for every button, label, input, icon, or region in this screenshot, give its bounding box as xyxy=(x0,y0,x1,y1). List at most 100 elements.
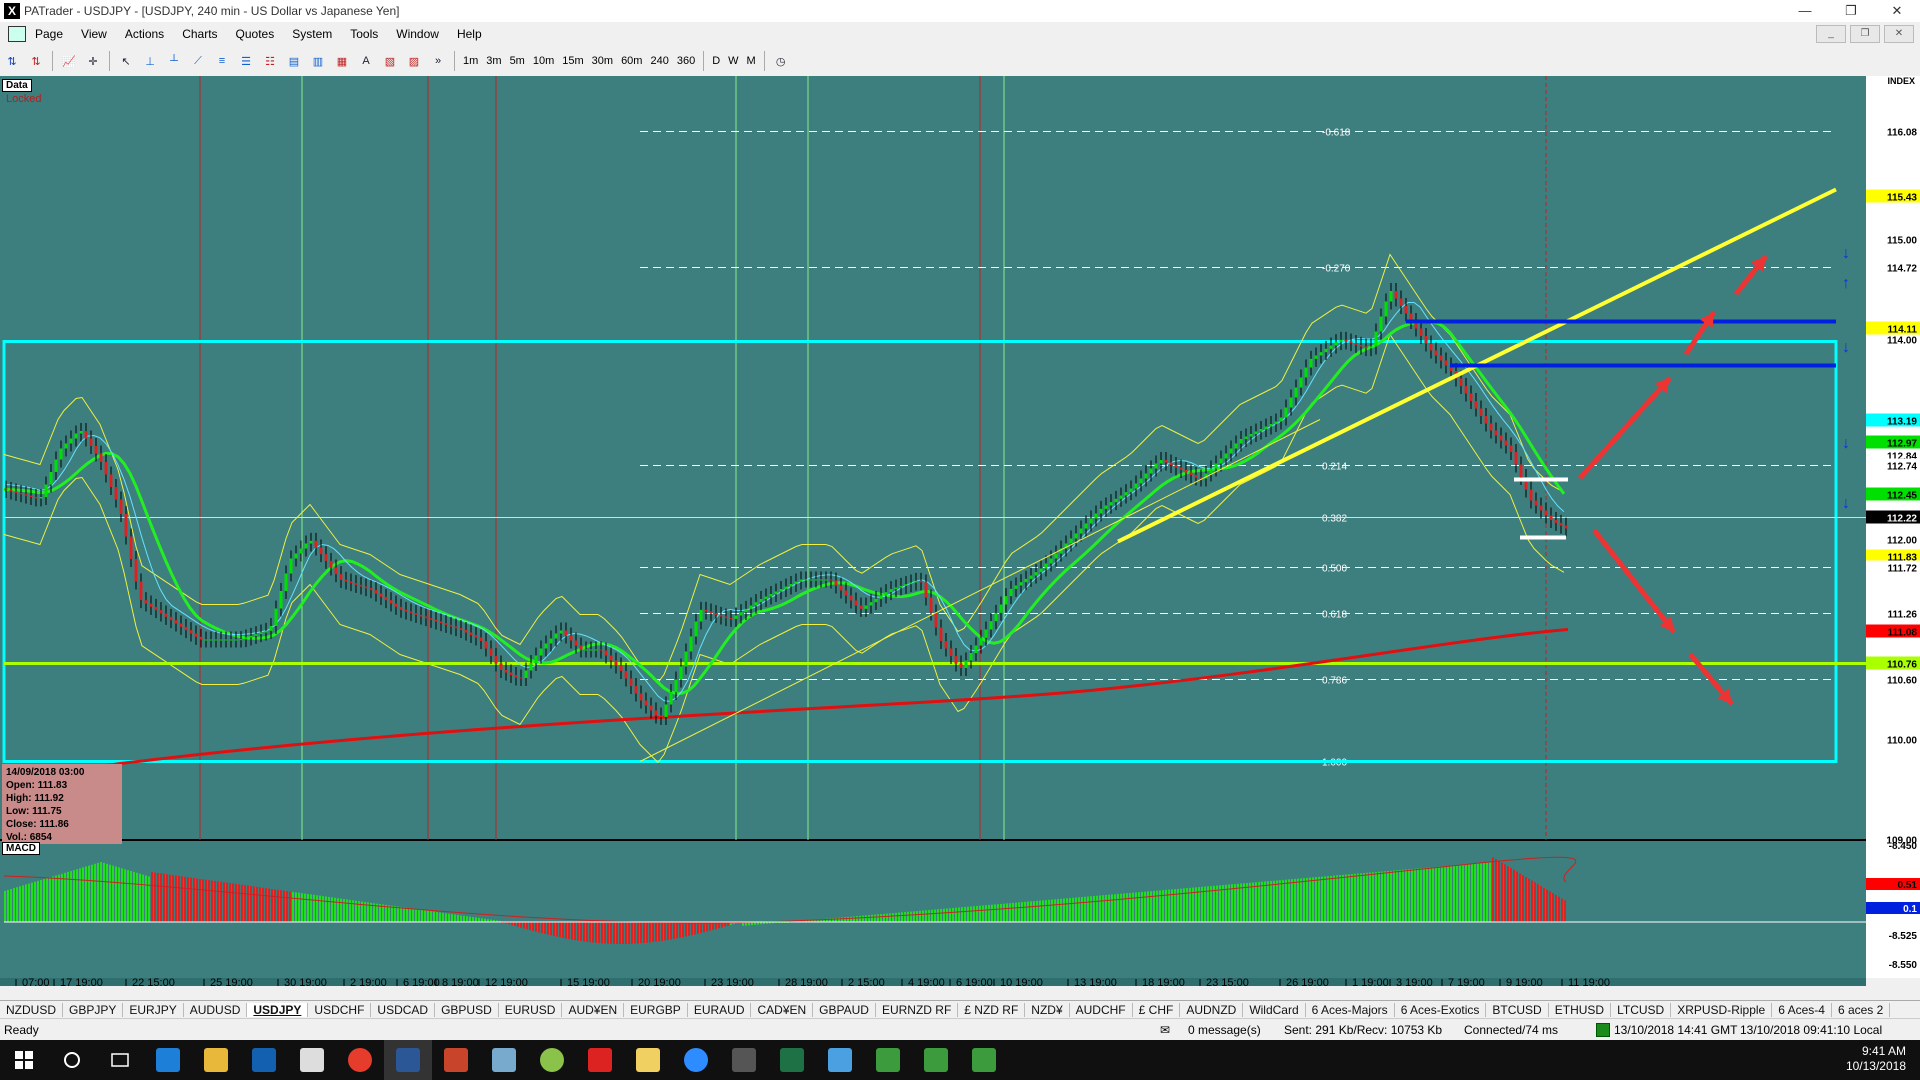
taskbar-zoom[interactable] xyxy=(672,1040,720,1080)
minimize-button[interactable]: — xyxy=(1782,0,1828,22)
text-icon[interactable]: A xyxy=(356,51,376,71)
symbol-tab[interactable]: NZDUSD xyxy=(0,1003,63,1017)
gann-icon[interactable]: ▤ xyxy=(284,51,304,71)
symbol-tab[interactable]: £ CHF xyxy=(1133,1003,1181,1017)
menu-tools[interactable]: Tools xyxy=(341,27,387,41)
period-daily[interactable]: D xyxy=(708,55,724,67)
symbol-tab[interactable]: 6 Aces-4 xyxy=(1772,1003,1832,1017)
symbol-tab[interactable]: NZD¥ xyxy=(1025,1003,1070,1017)
menu-page[interactable]: Page xyxy=(26,27,72,41)
symbol-tab[interactable]: USDCAD xyxy=(371,1003,436,1017)
taskbar-clock[interactable]: 9:41 AM 10/13/2018 xyxy=(1846,1044,1906,1074)
menu-view[interactable]: View xyxy=(72,27,116,41)
symbol-tab[interactable]: AUDUSD xyxy=(184,1003,248,1017)
symbol-tab[interactable]: AUDCHF xyxy=(1070,1003,1133,1017)
menu-help[interactable]: Help xyxy=(448,27,491,41)
taskbar-app-yellow[interactable] xyxy=(624,1040,672,1080)
symbol-tab[interactable]: XRPUSD-Ripple xyxy=(1671,1003,1773,1017)
taskbar-chrome[interactable] xyxy=(336,1040,384,1080)
mdi-minimize-button[interactable]: _ xyxy=(1816,25,1846,43)
menu-system[interactable]: System xyxy=(283,27,341,41)
taskbar-outlook[interactable] xyxy=(240,1040,288,1080)
symbol-tab[interactable]: 6 Aces-Majors xyxy=(1306,1003,1395,1017)
mdi-close-button[interactable]: ✕ xyxy=(1884,25,1914,43)
chart-icon[interactable]: 📈 xyxy=(59,51,79,71)
sell-icon[interactable]: ⇅ xyxy=(26,51,46,71)
timeframe-5m[interactable]: 5m xyxy=(506,55,529,67)
symbol-tab[interactable]: EURNZD RF xyxy=(876,1003,959,1017)
status-messages[interactable]: 0 message(s) xyxy=(1188,1023,1261,1037)
timeframe-30m[interactable]: 30m xyxy=(588,55,617,67)
symbol-tab[interactable]: GBPAUD xyxy=(813,1003,876,1017)
menu-window[interactable]: Window xyxy=(387,27,448,41)
vertical-line-icon[interactable]: ⊥ xyxy=(140,51,160,71)
symbol-tab[interactable]: USDJPY xyxy=(247,1003,309,1017)
taskbar-notes[interactable] xyxy=(480,1040,528,1080)
taskbar-camtasia-1[interactable] xyxy=(864,1040,912,1080)
symbol-tab[interactable]: EURJPY xyxy=(123,1003,184,1017)
symbol-tab[interactable]: GBPJPY xyxy=(63,1003,124,1017)
symbol-tab[interactable]: WildCard xyxy=(1243,1003,1306,1017)
taskbar-app[interactable] xyxy=(288,1040,336,1080)
symbol-tab[interactable]: AUDNZD xyxy=(1180,1003,1244,1017)
buy-icon[interactable]: ⇅ xyxy=(2,51,22,71)
symbol-tab[interactable]: CAD¥EN xyxy=(751,1003,814,1017)
restore-button[interactable]: ❐ xyxy=(1828,0,1874,22)
symbol-tab[interactable]: ETHUSD xyxy=(1549,1003,1612,1017)
trend-line-icon[interactable]: ⟋ xyxy=(188,51,208,71)
clock-icon[interactable]: ◷ xyxy=(771,51,791,71)
taskbar-word[interactable] xyxy=(384,1040,432,1080)
taskbar-camtasia-3[interactable] xyxy=(960,1040,1008,1080)
timeframe-1m[interactable]: 1m xyxy=(459,55,482,67)
task-view-button[interactable] xyxy=(96,1040,144,1080)
cycle-icon[interactable]: ▥ xyxy=(308,51,328,71)
fib-fan-icon[interactable]: ☷ xyxy=(260,51,280,71)
taskbar-app-blue[interactable] xyxy=(816,1040,864,1080)
pointer-icon[interactable]: ↖ xyxy=(116,51,136,71)
price-chart[interactable]: -0.618-0.2700.2140.3820.5000.6180.7861.0… xyxy=(0,76,1920,986)
symbol-tab[interactable]: AUD¥EN xyxy=(562,1003,625,1017)
period-monthly[interactable]: M xyxy=(743,55,760,67)
horizontal-line-icon[interactable]: ┴ xyxy=(164,51,184,71)
chart-area[interactable]: -0.618 -0.270 0.214 0.382 0.500 0.618 0.786 1.0… xyxy=(0,76,1920,986)
message-icon[interactable]: ✉ xyxy=(1160,1023,1170,1037)
taskbar-edge[interactable] xyxy=(144,1040,192,1080)
chart-page-icon[interactable] xyxy=(8,26,26,42)
mdi-restore-button[interactable]: ❐ xyxy=(1850,25,1880,43)
toolbar-overflow-button[interactable]: » xyxy=(428,51,448,71)
taskbar-camtasia-2[interactable] xyxy=(912,1040,960,1080)
levels-icon[interactable]: ▧ xyxy=(380,51,400,71)
menu-quotes[interactable]: Quotes xyxy=(227,27,284,41)
symbol-tab[interactable]: £ NZD RF xyxy=(958,1003,1026,1017)
symbol-tab[interactable]: EURUSD xyxy=(499,1003,563,1017)
period-weekly[interactable]: W xyxy=(724,55,742,67)
timeframe-10m[interactable]: 10m xyxy=(529,55,558,67)
timeframe-240[interactable]: 240 xyxy=(646,55,672,67)
menu-charts[interactable]: Charts xyxy=(173,27,226,41)
close-button[interactable]: ✕ xyxy=(1874,0,1920,22)
symbol-tab[interactable]: BTCUSD xyxy=(1486,1003,1549,1017)
timeframe-3m[interactable]: 3m xyxy=(482,55,505,67)
symbol-tab[interactable]: GBPUSD xyxy=(435,1003,499,1017)
delete-drawings-icon[interactable]: ▨ xyxy=(404,51,424,71)
taskbar-app-red[interactable] xyxy=(576,1040,624,1080)
channel-icon[interactable]: ≡ xyxy=(212,51,232,71)
taskbar-patrader[interactable] xyxy=(528,1040,576,1080)
fibonacci-icon[interactable]: ☰ xyxy=(236,51,256,71)
symbol-tab[interactable]: EURGBP xyxy=(624,1003,688,1017)
taskbar-explorer[interactable] xyxy=(192,1040,240,1080)
symbol-tab[interactable]: EURAUD xyxy=(688,1003,752,1017)
taskbar-powerpoint[interactable] xyxy=(432,1040,480,1080)
rectangle-icon[interactable]: ▦ xyxy=(332,51,352,71)
start-button[interactable] xyxy=(0,1040,48,1080)
symbol-tab[interactable]: LTCUSD xyxy=(1611,1003,1672,1017)
taskbar-calculator[interactable] xyxy=(720,1040,768,1080)
timeframe-360[interactable]: 360 xyxy=(673,55,699,67)
symbol-tab[interactable]: 6 Aces-Exotics xyxy=(1395,1003,1487,1017)
crosshair-icon[interactable]: ✛ xyxy=(83,51,103,71)
search-button[interactable] xyxy=(48,1040,96,1080)
timeframe-15m[interactable]: 15m xyxy=(558,55,587,67)
taskbar-excel[interactable] xyxy=(768,1040,816,1080)
timeframe-60m[interactable]: 60m xyxy=(617,55,646,67)
symbol-tab[interactable]: 6 aces 2 xyxy=(1832,1003,1891,1017)
